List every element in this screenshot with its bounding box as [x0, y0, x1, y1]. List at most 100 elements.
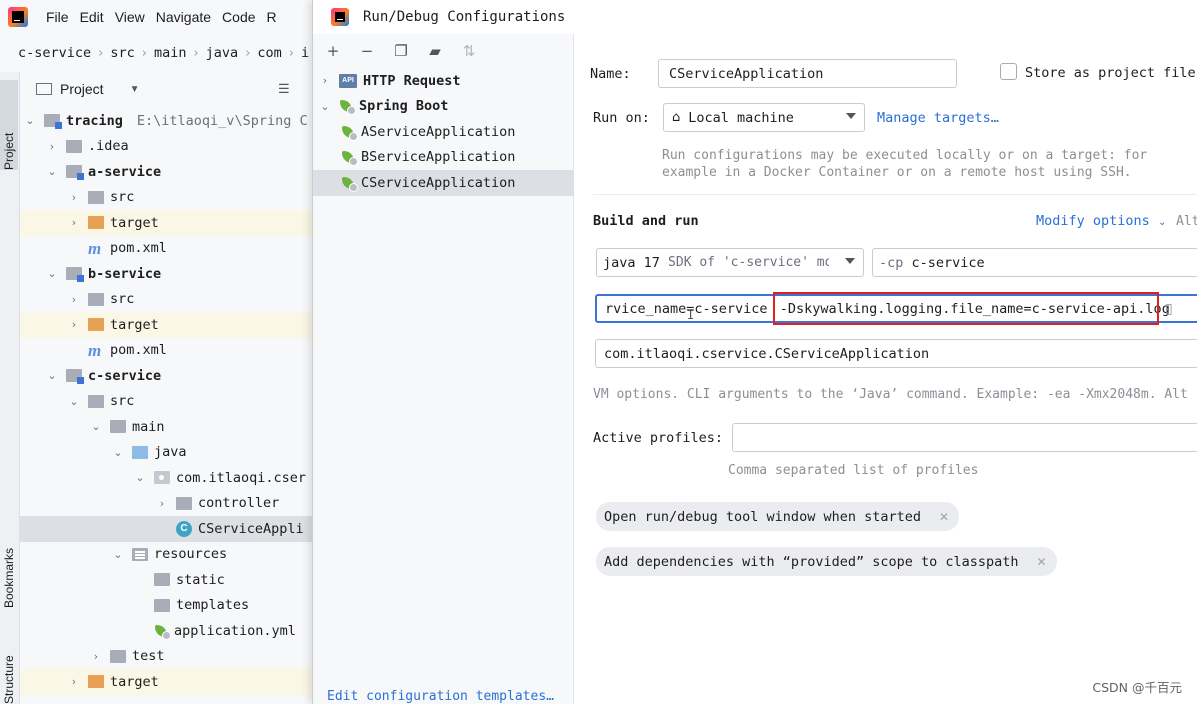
expand-field-icon[interactable]: ▯ — [1165, 301, 1173, 317]
menu-refactor[interactable]: R — [267, 9, 277, 25]
project-panel: Project ▼ ☰ ⌄ tracing E:\itlaoqi_v\Spring … — [20, 72, 312, 704]
chevron-down-icon[interactable]: ⌄ — [90, 420, 102, 433]
tree-item[interactable]: static — [20, 567, 312, 593]
tab-bookmarks[interactable]: Bookmarks — [0, 512, 18, 608]
vm-options-hint: VM options. CLI arguments to the ‘Java’ … — [593, 387, 1188, 402]
close-icon[interactable]: ✕ — [1037, 555, 1047, 569]
tool-window-strip: Project Bookmarks Structure — [0, 72, 20, 704]
chevron-right-icon[interactable]: › — [156, 497, 168, 510]
tree-item[interactable]: › target — [20, 312, 312, 338]
store-as-project-file-label[interactable]: Store as project file — [1025, 65, 1196, 81]
tree-item[interactable]: ⌄ a-service — [20, 159, 312, 185]
tree-item[interactable]: C CServiceAppli — [20, 516, 312, 542]
tab-project[interactable]: Project — [0, 80, 18, 170]
chevron-down-icon[interactable]: ⌄ — [112, 446, 124, 459]
chevron-down-icon[interactable]: ⌄ — [24, 114, 36, 127]
tree-item[interactable]: ⌄ resources — [20, 542, 312, 568]
tree-item[interactable]: m pom.xml — [20, 338, 312, 364]
jdk-dropdown[interactable]: java 17 SDK of 'c-service' mo — [596, 248, 864, 277]
tree-item[interactable]: › src — [20, 185, 312, 211]
tab-structure[interactable]: Structure — [0, 628, 18, 704]
tree-item[interactable]: ⌄ b-service — [20, 261, 312, 287]
menu-navigate[interactable]: Navigate — [156, 9, 211, 25]
main-class-field[interactable]: com.itlaoqi.cservice.CServiceApplication — [595, 339, 1197, 368]
configuration-item[interactable]: BServiceApplication — [313, 145, 574, 171]
option-chip-open-tool-window[interactable]: Open run/debug tool window when started … — [596, 502, 960, 531]
chevron-down-icon[interactable]: ⌄ — [319, 100, 331, 113]
menu-file[interactable]: File — [46, 9, 69, 25]
chevron-right-icon[interactable]: › — [68, 675, 80, 688]
configuration-item[interactable]: ⌄ Spring Boot — [313, 94, 574, 120]
modify-options-link[interactable]: Modify options ⌄ — [1036, 213, 1166, 229]
configuration-item-label: Spring Boot — [359, 98, 449, 115]
vm-options-field[interactable]: rvice_name=c-service -Dskywalking.loggin… — [595, 294, 1197, 323]
project-panel-title[interactable]: Project — [60, 81, 104, 97]
menu-code[interactable]: Code — [222, 9, 255, 25]
configuration-item[interactable]: › API HTTP Request — [313, 68, 574, 94]
breadcrumb-item[interactable]: i — [301, 45, 309, 61]
chevron-right-icon[interactable]: › — [90, 650, 102, 663]
close-icon[interactable]: ✕ — [939, 510, 949, 524]
tree-item[interactable]: ⌄ java — [20, 440, 312, 466]
tree-item[interactable]: › src — [20, 287, 312, 313]
run-on-dropdown[interactable]: ⌂ Local machine — [663, 103, 865, 132]
tree-item[interactable]: templates — [20, 593, 312, 619]
breadcrumb-item[interactable]: com — [257, 45, 281, 61]
caret-down-icon[interactable]: ▼ — [130, 84, 140, 95]
add-icon[interactable]: + — [323, 42, 343, 60]
chevron-right-icon[interactable]: › — [46, 140, 58, 153]
chevron-right-icon: › — [193, 45, 199, 61]
chevron-down-icon[interactable]: ⌄ — [112, 548, 124, 561]
chevron-right-icon[interactable]: › — [68, 191, 80, 204]
option-chip-provided-scope[interactable]: Add dependencies with “provided” scope t… — [596, 547, 1057, 576]
chevron-right-icon[interactable]: › — [68, 318, 80, 331]
tree-item[interactable]: › test — [20, 644, 312, 670]
tree-item-label: templates — [176, 597, 250, 614]
tree-item[interactable]: ⌄ main — [20, 414, 312, 440]
new-folder-icon[interactable]: ▰ — [425, 42, 445, 60]
folder-icon — [66, 139, 82, 153]
tree-item[interactable]: › controller — [20, 491, 312, 517]
jdk-hint: SDK of 'c-service' mo — [668, 255, 833, 270]
breadcrumb-item[interactable]: c-service — [18, 45, 91, 61]
classpath-module-field[interactable]: -cp c-service — [872, 248, 1197, 277]
folder-icon — [88, 292, 104, 306]
store-as-project-file-checkbox[interactable] — [1000, 63, 1017, 80]
sort-icon[interactable]: ⇅ — [459, 42, 479, 60]
tree-item[interactable]: › target — [20, 669, 312, 695]
collapse-all-icon[interactable]: ☰ — [278, 81, 290, 97]
tree-item[interactable]: application.yml — [20, 618, 312, 644]
tree-item[interactable]: ⌄ c-service — [20, 363, 312, 389]
chevron-down-icon[interactable]: ⌄ — [46, 165, 58, 178]
remove-icon[interactable]: − — [357, 42, 377, 60]
copy-icon[interactable]: ❐ — [391, 42, 411, 60]
name-field[interactable]: CServiceApplication — [658, 59, 957, 88]
chevron-right-icon[interactable]: › — [319, 74, 331, 87]
chevron-down-icon[interactable]: ⌄ — [46, 369, 58, 382]
breadcrumb-item[interactable]: java — [206, 45, 239, 61]
tree-item[interactable]: m pom.xml — [20, 236, 312, 262]
menu-edit[interactable]: Edit — [80, 9, 104, 25]
tree-item[interactable]: ⌄ com.itlaoqi.cser — [20, 465, 312, 491]
tree-item-path: E:\itlaoqi_v\Spring C — [136, 112, 308, 129]
chevron-down-icon[interactable]: ⌄ — [134, 471, 146, 484]
breadcrumb-item[interactable]: src — [110, 45, 134, 61]
edit-configuration-templates-link[interactable]: Edit configuration templates… — [327, 689, 554, 704]
active-profiles-field[interactable] — [732, 423, 1197, 452]
manage-targets-link[interactable]: Manage targets… — [877, 110, 999, 126]
tree-item[interactable]: ⌄ src — [20, 389, 312, 415]
breadcrumb-item[interactable]: main — [154, 45, 187, 61]
tree-item[interactable]: › .idea — [20, 134, 312, 160]
chevron-down-icon: ⌄ — [1157, 217, 1167, 228]
configuration-item[interactable]: CServiceApplication — [313, 170, 574, 196]
configuration-item[interactable]: AServiceApplication — [313, 119, 574, 145]
chevron-right-icon[interactable]: › — [68, 293, 80, 306]
classpath-module-value: c-service — [911, 254, 985, 271]
configuration-item-label: CServiceApplication — [361, 174, 516, 191]
menu-view[interactable]: View — [115, 9, 145, 25]
tree-item[interactable]: ⌄ tracing E:\itlaoqi_v\Spring C — [20, 108, 312, 134]
chevron-right-icon[interactable]: › — [68, 216, 80, 229]
chevron-down-icon[interactable]: ⌄ — [46, 267, 58, 280]
tree-item[interactable]: › target — [20, 210, 312, 236]
chevron-down-icon[interactable]: ⌄ — [68, 395, 80, 408]
